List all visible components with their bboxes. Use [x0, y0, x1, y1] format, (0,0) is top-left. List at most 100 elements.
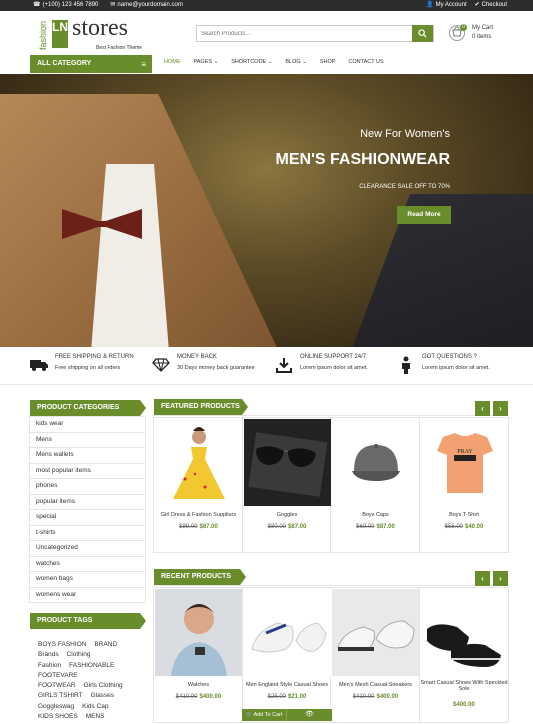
product-card[interactable]: Men's Mesh Casual Sneakers $410.00 $400.0…: [331, 588, 420, 722]
featured-divider: [154, 415, 509, 416]
site-logo[interactable]: fashion LN stores Best Fashion Theme: [38, 15, 148, 53]
search-input[interactable]: [197, 26, 415, 41]
tag-link[interactable]: Girls Clothing: [84, 682, 123, 689]
product-name[interactable]: Men England Style Casual Shoes: [243, 682, 332, 688]
product-card[interactable]: Girl Dress & Fashion Suppliers $89.00 $87…: [154, 418, 243, 552]
svg-text:PRAY: PRAY: [457, 449, 473, 455]
product-image-sneakers[interactable]: [332, 589, 419, 676]
eye-icon: 👁: [305, 711, 314, 718]
tag-link[interactable]: FOOTWEAR: [38, 682, 76, 689]
product-card[interactable]: Watches $410.00 $400.00: [154, 588, 243, 722]
my-account-link[interactable]: 👤 My Account: [426, 1, 467, 9]
logo-side-text: fashion: [38, 20, 48, 50]
product-card[interactable]: Goggles $80.00 $87.00: [243, 418, 332, 552]
next-arrow-icon[interactable]: ›: [493, 401, 508, 416]
product-name[interactable]: Men's Mesh Casual Sneakers: [331, 682, 420, 688]
email-contact[interactable]: ✉ name@yourdomain.com: [110, 1, 182, 9]
product-price: $410.00 $400.00: [175, 694, 222, 700]
recent-products-row: Watches $410.00 $400.00 Men England Style…: [153, 587, 509, 723]
nav-pages[interactable]: PAGES ⌄: [194, 59, 219, 65]
product-image-goggles[interactable]: [243, 419, 331, 506]
logo-tagline: Best Fashion Theme: [96, 45, 143, 51]
category-item[interactable]: Mens: [30, 433, 145, 448]
prev-arrow-icon[interactable]: ‹: [475, 401, 490, 416]
product-name[interactable]: Goggles: [243, 512, 332, 518]
product-card[interactable]: Smart Casual Shoes With Speckled Sole $4…: [420, 588, 509, 722]
tag-link[interactable]: GIRLS TSHIRT: [38, 692, 83, 699]
read-more-button[interactable]: Read More: [397, 206, 451, 224]
check-icon: ✔: [474, 2, 480, 8]
tag-link[interactable]: BOYS FASHION: [38, 641, 86, 648]
truck-icon: [30, 356, 48, 374]
checkout-link[interactable]: ✔ Checkout: [474, 1, 507, 9]
categories-heading: PRODUCT CATEGORIES: [30, 400, 146, 416]
chevron-down-icon: ⌄: [213, 59, 219, 65]
tag-link[interactable]: MENS: [86, 713, 105, 720]
all-category-button[interactable]: ALL CATEGORY ≡: [30, 55, 152, 73]
category-item[interactable]: special: [30, 510, 145, 526]
feature-questions: GOT QUESTIONS ? Lorem ipsum dolor sit am…: [397, 353, 517, 379]
product-image-watch-model[interactable]: [155, 589, 242, 676]
product-name[interactable]: Boys Caps: [331, 512, 420, 518]
phone-icon: ☎: [33, 2, 41, 8]
nav-home[interactable]: HOME: [164, 59, 181, 65]
tag-link[interactable]: Glasses: [91, 692, 114, 699]
add-to-cart-button[interactable]: 🛒 Add To Cart: [242, 709, 287, 721]
quick-view-button[interactable]: 👁: [287, 709, 332, 721]
tag-link[interactable]: Fashion: [38, 662, 61, 669]
phone-contact: ☎ (+100) 123 456 7890: [33, 1, 99, 9]
category-item[interactable]: kids wear: [30, 417, 145, 433]
product-price: $25.00 $21.00: [267, 694, 307, 700]
menu-icon: ≡: [141, 60, 146, 69]
search-button[interactable]: [412, 25, 433, 42]
product-image-dress[interactable]: [155, 419, 242, 506]
category-item[interactable]: Uncategorized: [30, 541, 145, 557]
tag-link[interactable]: BRAND: [94, 641, 117, 648]
search-bar: [196, 25, 434, 42]
product-image-tshirt[interactable]: PRAY: [420, 419, 508, 506]
category-item[interactable]: women bags: [30, 572, 145, 588]
tag-link[interactable]: Goggleswag: [38, 703, 74, 710]
product-name[interactable]: Smart Casual Shoes With Speckled Sole: [420, 680, 509, 692]
next-arrow-icon[interactable]: ›: [493, 571, 508, 586]
category-item[interactable]: womens wear: [30, 588, 145, 604]
mini-cart[interactable]: 0 My Cart 0 items: [447, 24, 507, 44]
prev-arrow-icon[interactable]: ‹: [475, 571, 490, 586]
tag-link[interactable]: FASHIONABLE: [69, 662, 114, 669]
category-item[interactable]: popular items: [30, 495, 145, 510]
tags-cloud: BOYS FASHION BRAND Brands Clothing Fashion…: [38, 640, 143, 722]
user-icon: 👤: [426, 2, 434, 8]
category-item[interactable]: watches: [30, 557, 145, 572]
cart-count-badge: 0: [460, 24, 467, 31]
product-name[interactable]: Girl Dress & Fashion Suppliers: [154, 512, 243, 518]
person-icon: [397, 356, 415, 374]
featured-heading: FEATURED PRODUCTS: [154, 399, 248, 415]
nav-shop[interactable]: SHOP: [320, 59, 336, 65]
nav-blog[interactable]: BLOG ⌄: [285, 59, 306, 65]
hero-subtitle: New For Women's: [360, 128, 450, 140]
product-price: $55.00 $40.00: [444, 524, 484, 530]
tag-link[interactable]: Brands: [38, 651, 59, 658]
tag-link[interactable]: Kids Cap: [82, 703, 108, 710]
feature-shipping: FREE SHIPPING & RETURN Free shipping on …: [30, 353, 150, 379]
category-item[interactable]: Mens wallets: [30, 448, 145, 464]
tag-link[interactable]: KIDS SHOES: [38, 713, 78, 720]
main-nav: HOME PAGES ⌄ SHORTCODE ⌄ BLOG ⌄ SHOP CON…: [164, 59, 384, 65]
product-name[interactable]: Watches: [154, 682, 243, 688]
diamond-icon: [152, 356, 170, 374]
nav-shortcode[interactable]: SHORTCODE ⌄: [231, 59, 272, 65]
download-icon: [275, 356, 293, 374]
product-card[interactable]: Boys Caps $69.00 $87.00: [331, 418, 420, 552]
product-name[interactable]: Boys T-Shirt: [420, 512, 509, 518]
product-card[interactable]: Men England Style Casual Shoes $25.00 $21…: [243, 588, 332, 722]
category-item[interactable]: most popular items: [30, 464, 145, 479]
category-item[interactable]: t-shirts: [30, 526, 145, 541]
tag-link[interactable]: Clothing: [67, 651, 91, 658]
tag-link[interactable]: FOOTEVARE: [38, 672, 78, 679]
product-image-white-shoes[interactable]: [243, 589, 331, 676]
product-image-black-shoes[interactable]: [420, 589, 508, 676]
nav-contact[interactable]: CONTACT US: [348, 59, 383, 65]
category-item[interactable]: phones: [30, 479, 145, 495]
product-card[interactable]: PRAY Boys T-Shirt $55.00 $40.00: [420, 418, 509, 552]
product-image-cap[interactable]: [332, 419, 419, 506]
